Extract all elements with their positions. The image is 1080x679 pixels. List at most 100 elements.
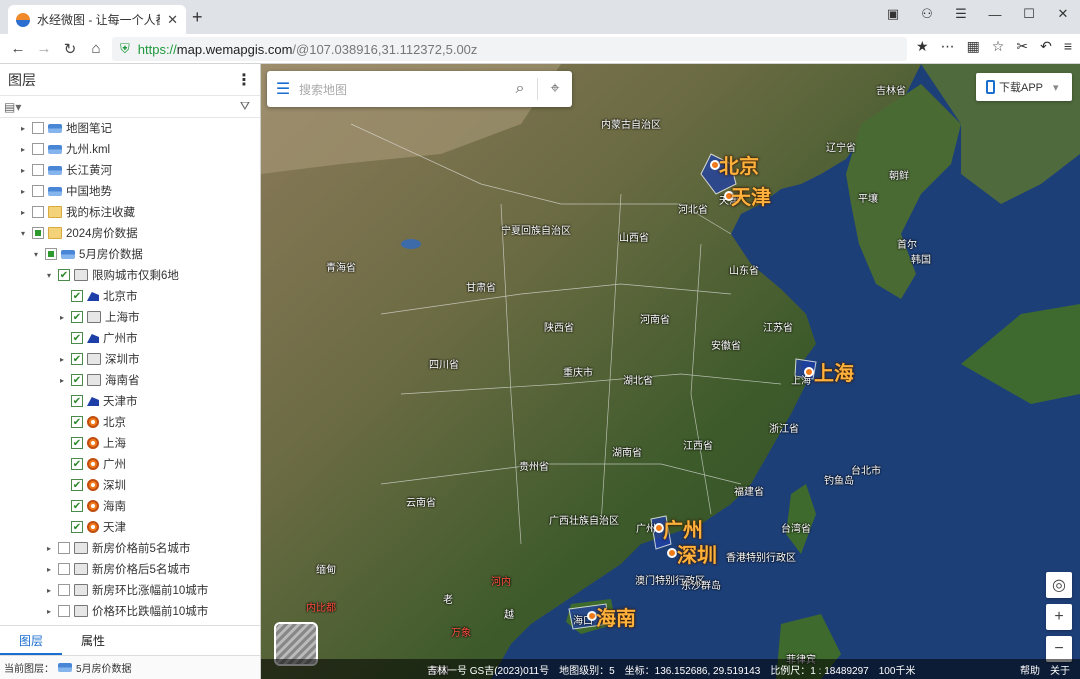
expand-arrow-right-icon[interactable]: ▸: [44, 607, 54, 616]
help-link[interactable]: 帮助: [1020, 662, 1040, 677]
layer-checkbox[interactable]: [58, 563, 70, 575]
layer-tree-item[interactable]: ▸ 我的标注收藏: [18, 202, 135, 222]
layer-checkbox[interactable]: ✔: [71, 374, 83, 386]
chevron-down-icon[interactable]: ▾: [1053, 81, 1059, 94]
new-tab-icon[interactable]: +: [192, 7, 203, 28]
layer-tree-item[interactable]: ✔ 天津: [57, 517, 126, 537]
forward-icon[interactable]: →: [31, 40, 57, 57]
expand-arrow-right-icon[interactable]: ▸: [18, 124, 28, 133]
city-marker-icon[interactable]: [804, 367, 814, 377]
skin-icon[interactable]: ⚇: [910, 0, 944, 28]
layer-checkbox[interactable]: [58, 542, 70, 554]
layer-checkbox[interactable]: ✔: [71, 395, 83, 407]
layer-tree-item[interactable]: ✔ 海南: [57, 496, 126, 516]
layer-checkbox[interactable]: ✔: [71, 353, 83, 365]
expand-arrow-right-icon[interactable]: ▸: [18, 166, 28, 175]
layer-tree-item[interactable]: ✔ 北京: [57, 412, 126, 432]
layer-checkbox[interactable]: ✔: [71, 416, 83, 428]
expand-arrow-right-icon[interactable]: ▸: [57, 313, 67, 322]
layer-checkbox[interactable]: ✔: [71, 521, 83, 533]
locate-icon[interactable]: ◎: [1046, 572, 1072, 598]
expand-arrow-right-icon[interactable]: ▸: [57, 376, 67, 385]
layer-tree-item[interactable]: ▸ ✔ 海南省: [57, 370, 140, 390]
layer-checkbox[interactable]: ✔: [71, 458, 83, 470]
menu-lines-icon[interactable]: ☰: [944, 0, 978, 28]
expand-arrow-right-icon[interactable]: ▸: [18, 208, 28, 217]
city-marker-icon[interactable]: [667, 548, 677, 558]
url-bar[interactable]: ⛨ https:// map.wemapgis.com /@107.038916…: [112, 37, 907, 61]
layer-tree-item[interactable]: ▸ 长江黄河: [18, 160, 112, 180]
layer-checkbox[interactable]: ✔: [71, 290, 83, 302]
minimize-icon[interactable]: —: [978, 0, 1012, 28]
search-icon[interactable]: ⌕: [503, 80, 537, 98]
expand-arrow-right-icon[interactable]: ▸: [18, 145, 28, 154]
layer-tree-item[interactable]: ▸ 新房价格前5名城市: [44, 538, 190, 558]
close-tab-icon[interactable]: ✕: [167, 12, 178, 28]
tab-count-icon[interactable]: ▣: [876, 0, 910, 28]
expand-arrow-down-icon[interactable]: ▾: [44, 271, 54, 280]
expand-arrow-right-icon[interactable]: ▸: [44, 544, 54, 553]
grid-apps-icon[interactable]: ▦: [967, 38, 980, 55]
about-link[interactable]: 关于: [1050, 662, 1070, 677]
hamburger-icon[interactable]: ≡: [1064, 38, 1072, 55]
tab-layers[interactable]: 图层: [0, 626, 62, 655]
layer-tree-item[interactable]: ▸ 新房环比涨幅前10城市: [44, 580, 208, 600]
layer-tree-item[interactable]: ✔ 北京市: [57, 286, 138, 306]
more-vertical-icon[interactable]: ⋮: [236, 70, 252, 90]
favorites-icon[interactable]: ☆: [992, 38, 1005, 55]
layer-checkbox[interactable]: ✔: [71, 437, 83, 449]
maximize-icon[interactable]: ☐: [1012, 0, 1046, 28]
star-icon[interactable]: ★: [916, 38, 929, 55]
layer-tree-item[interactable]: ▸ 价格环比跌幅前10城市: [44, 601, 208, 621]
layer-tree-item[interactable]: ▸ ✔ 上海市: [57, 307, 140, 327]
expand-arrow-right-icon[interactable]: ▸: [44, 565, 54, 574]
scissors-icon[interactable]: ✂: [1016, 38, 1028, 55]
layer-checkbox[interactable]: ✔: [71, 500, 83, 512]
more-dots-icon[interactable]: ⋯: [941, 38, 955, 55]
layer-tree-item[interactable]: ✔ 天津市: [57, 391, 138, 411]
menu-icon[interactable]: ☰: [267, 79, 299, 99]
reload-icon[interactable]: ↻: [57, 40, 83, 58]
layer-tree-item[interactable]: ▸ 中国地势: [18, 181, 112, 201]
layer-checkbox[interactable]: ✔: [71, 311, 83, 323]
layer-checkbox[interactable]: [32, 143, 44, 155]
expand-arrow-down-icon[interactable]: ▾: [31, 250, 41, 259]
layer-tree-item[interactable]: ✔ 广州市: [57, 328, 138, 348]
back-icon[interactable]: ←: [5, 40, 31, 57]
undo-icon[interactable]: ↶: [1040, 38, 1052, 55]
layer-checkbox[interactable]: [32, 227, 44, 239]
layer-checkbox[interactable]: ✔: [71, 479, 83, 491]
download-app-button[interactable]: 下载APP ▾: [976, 73, 1072, 101]
list-view-icon[interactable]: ▤▾: [4, 100, 21, 114]
layer-checkbox[interactable]: [32, 206, 44, 218]
expand-arrow-right-icon[interactable]: ▸: [44, 586, 54, 595]
tab-properties[interactable]: 属性: [62, 626, 124, 655]
layer-tree-item[interactable]: ▸ 地图笔记: [18, 118, 112, 138]
layer-tree-item[interactable]: ▸ 新房价格后5名城市: [44, 559, 190, 579]
layer-checkbox[interactable]: [58, 584, 70, 596]
zoom-in-button[interactable]: +: [1046, 604, 1072, 630]
layer-checkbox[interactable]: [32, 122, 44, 134]
layer-tree-item[interactable]: ▸ 九州.kml: [18, 139, 110, 159]
layer-checkbox[interactable]: [58, 605, 70, 617]
layer-tree-item[interactable]: ▾ 5月房价数据: [31, 244, 143, 264]
layer-tree-item[interactable]: ✔ 广州: [57, 454, 126, 474]
layer-checkbox[interactable]: [32, 185, 44, 197]
expand-arrow-down-icon[interactable]: ▾: [18, 229, 28, 238]
layer-checkbox[interactable]: ✔: [71, 332, 83, 344]
map-canvas[interactable]: 内蒙古自治区 吉林省 辽宁省 朝鲜 平壤 首尔 韩国 河北省 宁夏回族自治区 山西省 青海省 甘肃省 山…: [261, 64, 1080, 679]
layer-checkbox[interactable]: ✔: [58, 269, 70, 281]
expand-arrow-right-icon[interactable]: ▸: [18, 187, 28, 196]
layer-checkbox[interactable]: [45, 248, 57, 260]
expand-arrow-right-icon[interactable]: ▸: [57, 355, 67, 364]
filter-icon[interactable]: ⛛: [240, 99, 250, 114]
layer-tree-item[interactable]: ✔ 上海: [57, 433, 126, 453]
browser-tab[interactable]: 水经微图 - 让每一个人都有自 ✕: [8, 5, 186, 34]
layer-tree-item[interactable]: ▾ ✔ 限购城市仅剩6地: [44, 265, 179, 285]
location-pin-icon[interactable]: ⌖: [538, 80, 572, 98]
layer-checkbox[interactable]: [32, 164, 44, 176]
layer-tree-item[interactable]: ✔ 深圳: [57, 475, 126, 495]
layer-tree-item[interactable]: ▾ 2024房价数据: [18, 223, 138, 243]
map-search-input[interactable]: 搜索地图: [299, 81, 503, 98]
window-close-icon[interactable]: ✕: [1046, 0, 1080, 28]
